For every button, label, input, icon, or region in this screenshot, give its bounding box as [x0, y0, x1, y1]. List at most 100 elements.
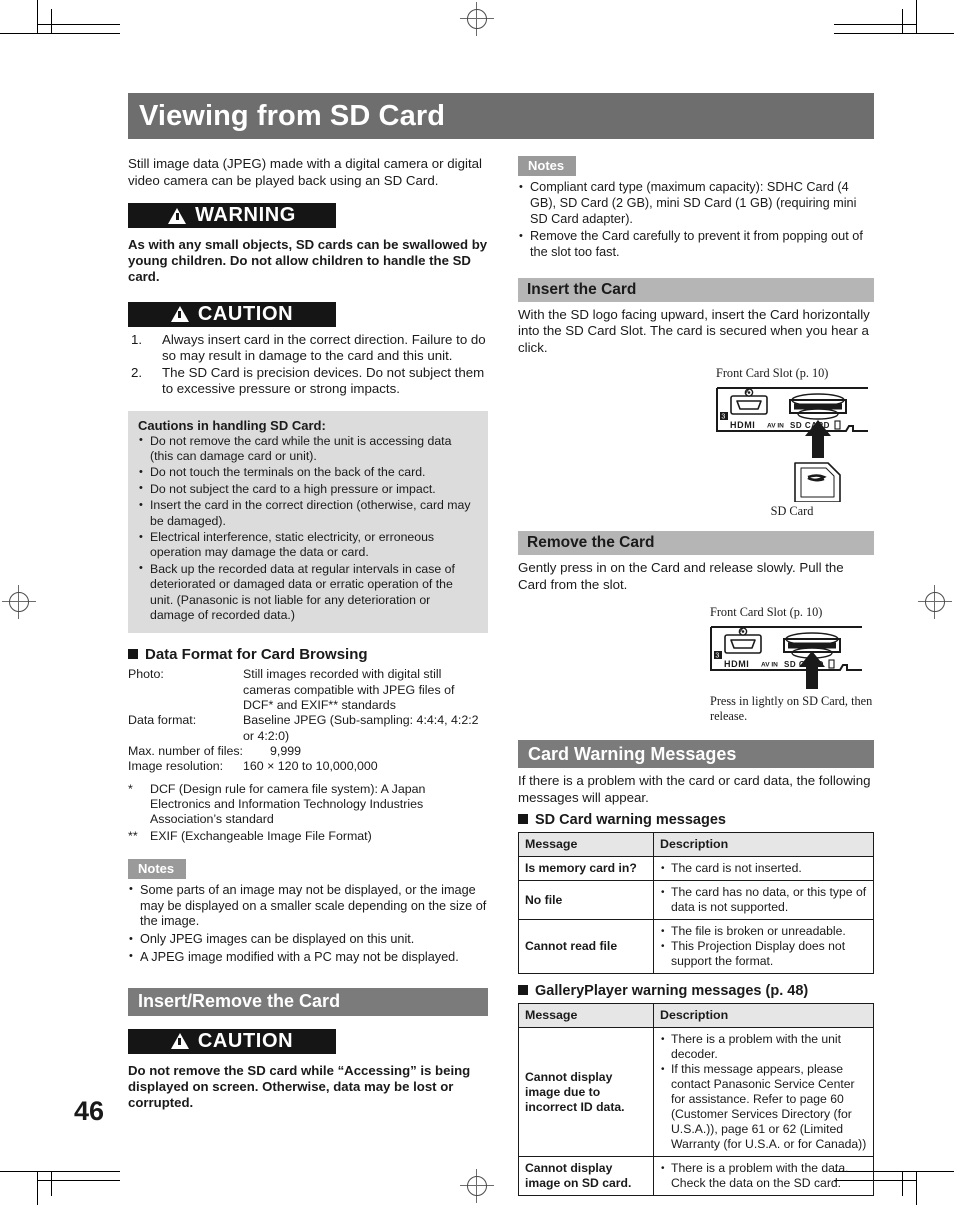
column-header-message: Message — [518, 1003, 654, 1029]
cell-description: There is a problem with the unit decoder… — [653, 1027, 874, 1158]
table-row: Cannot display image due to incorrect ID… — [518, 1027, 874, 1158]
list-item: There is a problem with the unit decoder… — [660, 1032, 867, 1062]
data-format-footnotes: * DCF (Design rule for camera file syste… — [128, 782, 488, 845]
caution-list: 1. Always insert card in the correct dir… — [128, 332, 488, 398]
caution-list-item: 1. Always insert card in the correct dir… — [128, 332, 488, 365]
list-item: The card is not inserted. — [660, 861, 867, 876]
page-title: Viewing from SD Card — [139, 99, 446, 132]
card-warning-section-title: Card Warning Messages — [528, 743, 737, 764]
svg-text:3: 3 — [715, 653, 719, 660]
caution-banner: CAUTION — [128, 301, 336, 327]
insert-card-illustration: 3 HDMI AV IN SD CARD — [716, 387, 868, 503]
footnote-mark: * — [128, 781, 133, 796]
handling-cautions-list: Do not remove the card while the unit is… — [138, 433, 478, 624]
remove-card-text: Gently press in on the Card and release … — [518, 560, 844, 592]
remove-card-illustration: 3 HDMI AV IN SD CARD — [710, 626, 862, 690]
warning-triangle-icon — [168, 207, 187, 224]
svg-text:AV IN: AV IN — [761, 662, 778, 669]
caution-banner-2: CAUTION — [128, 1028, 336, 1054]
cell-message: No file — [518, 880, 654, 921]
cell-message: Is memory card in? — [518, 856, 654, 882]
notes-list-right: Compliant card type (maximum capacity): … — [518, 179, 874, 261]
caution-item-text: Always insert card in the correct direct… — [162, 331, 486, 364]
insert-card-text: With the SD logo facing upward, insert t… — [518, 306, 870, 355]
column-header-description: Description — [653, 1003, 874, 1029]
column-header-description: Description — [653, 832, 874, 858]
remove-card-banner: Remove the Card — [518, 531, 874, 556]
table-row: No file The card has no data, or this ty… — [518, 880, 874, 921]
left-column: Still image data (JPEG) made with a digi… — [128, 156, 488, 1111]
svg-text:AV IN: AV IN — [767, 423, 784, 430]
notes-list-left: Some parts of an image may not be displa… — [128, 882, 488, 966]
remove-card-title: Remove the Card — [527, 534, 655, 552]
notes-tab-right: Notes — [518, 156, 577, 176]
column-header-message: Message — [518, 832, 654, 858]
list-item: There is a problem with the data. Check … — [660, 1161, 867, 1191]
spec-value: 9,999 — [270, 743, 302, 758]
list-item: Back up the recorded data at regular int… — [138, 561, 478, 624]
list-item: Compliant card type (maximum capacity): … — [518, 179, 874, 227]
caution-item-text: The SD Card is precision devices. Do not… — [162, 364, 485, 397]
table-header-row: Message Description — [518, 832, 874, 858]
page-number: 46 — [74, 1096, 105, 1126]
data-format-heading-label: Data Format for Card Browsing — [145, 646, 368, 664]
cell-description: The card is not inserted. — [653, 856, 874, 882]
insert-remove-section-banner: Insert/Remove the Card — [128, 987, 488, 1016]
caution-triangle-icon — [170, 1033, 189, 1050]
list-item: If this message appears, please contact … — [660, 1062, 867, 1152]
caution-triangle-icon — [170, 306, 189, 323]
data-format-spec-list: Photo: Still images recorded with digita… — [128, 667, 488, 774]
caution-text-2: Do not remove the SD card while “Accessi… — [128, 1062, 471, 1111]
caution-label: CAUTION — [197, 302, 294, 325]
list-item: Do not touch the terminals on the back o… — [138, 465, 478, 481]
warning-text: As with any small objects, SD cards can … — [128, 237, 488, 285]
handling-cautions-heading: Cautions in handling SD Card: — [138, 417, 326, 433]
sd-warning-table-heading-label: SD Card warning messages — [535, 812, 726, 829]
list-item: Only JPEG images can be displayed on thi… — [128, 932, 488, 948]
remove-figure-caption-bottom: Press in lightly on SD Card, then releas… — [710, 694, 873, 724]
spec-key: Image resolution: — [128, 759, 224, 774]
data-format-heading: Data Format for Card Browsing — [128, 646, 488, 663]
intro-paragraph: Still image data (JPEG) made with a digi… — [128, 156, 482, 188]
footnote-text: EXIF (Exchangeable Image File Format) — [150, 829, 372, 844]
handling-cautions-box: Cautions in handling SD Card: Do not rem… — [128, 410, 488, 634]
square-bullet-icon — [128, 649, 138, 660]
right-column: Notes Compliant card type (maximum capac… — [518, 156, 874, 1197]
insert-card-banner: Insert the Card — [518, 277, 874, 302]
spec-key: Photo: — [128, 667, 164, 682]
footnote-mark: ** — [128, 829, 138, 844]
cell-description: The card has no data, or this type of da… — [653, 880, 874, 921]
spec-value: Still images recorded with digital still… — [243, 667, 455, 713]
gallery-warning-table-heading: GalleryPlayer warning messages (p. 48) — [518, 983, 874, 999]
list-item: The file is broken or unreadable. — [660, 924, 867, 939]
svg-text:HDMI: HDMI — [730, 420, 755, 430]
gallery-warning-messages-table: Message Description Cannot display image… — [518, 1003, 874, 1197]
sd-warning-messages-table: Message Description Is memory card in? T… — [518, 832, 874, 975]
spec-row: Image resolution: 160 × 120 to 10,000,00… — [128, 759, 488, 774]
spec-value: 160 × 120 to 10,000,000 — [243, 759, 378, 774]
cell-message: Cannot display image on SD card. — [518, 1156, 654, 1197]
square-bullet-icon — [518, 985, 528, 996]
remove-figure-caption-top: Front Card Slot (p. 10) — [710, 605, 823, 620]
spec-key: Data format: — [128, 713, 197, 728]
insert-card-title: Insert the Card — [527, 280, 637, 298]
cell-message: Cannot read file — [518, 919, 654, 975]
table-row: Cannot read file The file is broken or u… — [518, 919, 874, 975]
svg-text:HDMI: HDMI — [724, 659, 749, 669]
caution-list-item: 2. The SD Card is precision devices. Do … — [128, 365, 488, 398]
table-header-row: Message Description — [518, 1003, 874, 1029]
sd-card-label: SD Card — [770, 504, 814, 519]
footnote-row: ** EXIF (Exchangeable Image File Format) — [128, 829, 488, 844]
card-warning-section-banner: Card Warning Messages — [518, 740, 874, 769]
list-item: Insert the card in the correct direction… — [138, 498, 478, 529]
spec-value: Baseline JPEG (Sub-sampling: 4:4:4, 4:2:… — [243, 713, 479, 743]
square-bullet-icon — [518, 814, 528, 825]
remove-card-figure: Front Card Slot (p. 10) 3 HDMI AV IN SD … — [518, 605, 874, 724]
list-item: Electrical interference, static electric… — [138, 530, 478, 561]
list-item: Remove the Card carefully to prevent it … — [518, 229, 874, 261]
spec-key: Max. number of files: — [128, 743, 244, 758]
insert-figure-caption-top: Front Card Slot (p. 10) — [716, 366, 829, 381]
cell-description: There is a problem with the data. Check … — [653, 1156, 874, 1197]
list-item: Some parts of an image may not be displa… — [128, 882, 488, 930]
spec-row: Max. number of files: 9,999 — [128, 744, 488, 759]
